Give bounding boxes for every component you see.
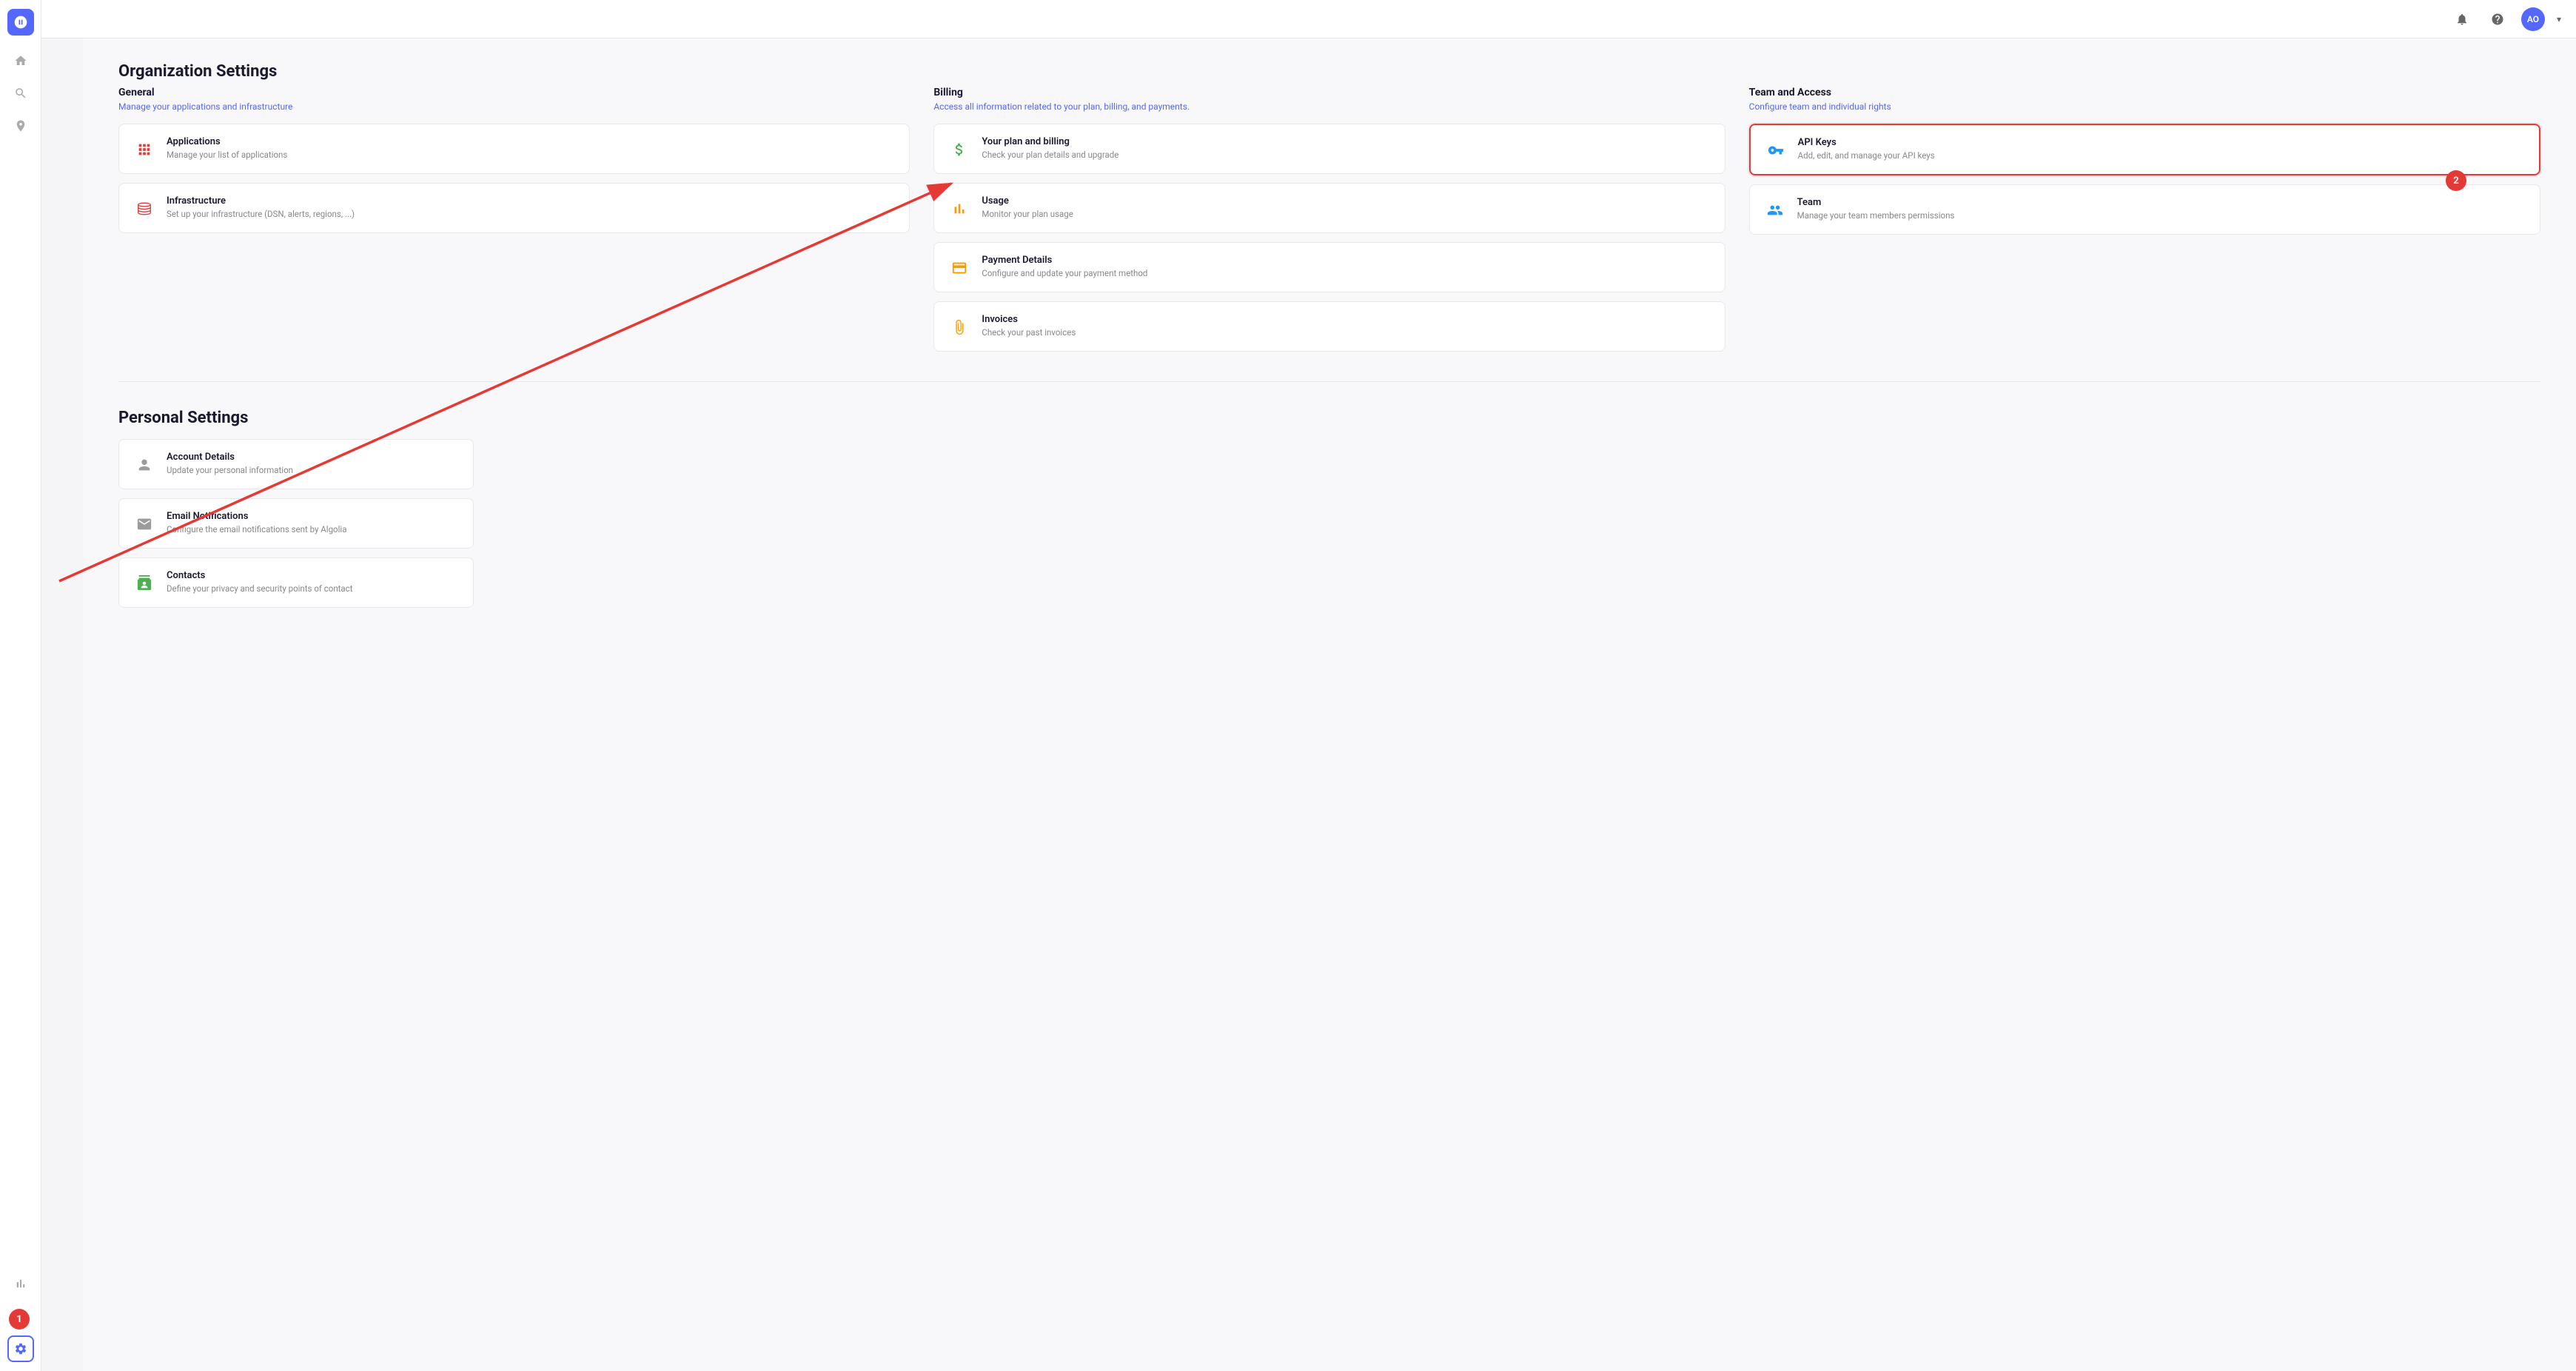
account-details-card[interactable]: Account Details Update your personal inf… [118,439,474,489]
sidebar-item-search2[interactable] [7,113,34,139]
account-details-title: Account Details [167,452,293,463]
team-title: Team [1797,197,1955,208]
applications-card[interactable]: Applications Manage your list of applica… [118,124,910,174]
general-label: General [118,87,910,98]
billing-label: Billing [933,87,1725,98]
payment-icon [947,256,971,280]
personal-settings-section: Personal Settings Account Details Update… [118,409,2540,608]
team-desc: Configure team and individual rights [1749,101,2540,112]
general-header: General Manage your applications and inf… [118,87,910,112]
team-icon [1763,198,1787,222]
team-content: Team Manage your team members permission… [1797,197,1955,221]
user-avatar[interactable]: AO [2521,7,2545,31]
applications-desc: Manage your list of applications [167,150,287,160]
usage-card[interactable]: Usage Monitor your plan usage [933,183,1725,233]
email-notifications-card[interactable]: Email Notifications Configure the email … [118,498,474,549]
usage-desc: Monitor your plan usage [982,209,1073,219]
sidebar-item-home[interactable] [7,47,34,74]
account-details-content: Account Details Update your personal inf… [167,452,293,475]
logo-icon [13,15,28,30]
sidebar [0,0,41,1371]
account-details-icon [133,453,156,477]
invoices-desc: Check your past invoices [982,327,1076,338]
account-details-desc: Update your personal information [167,465,293,475]
applications-title: Applications [167,136,287,147]
chart-icon [14,1277,27,1290]
help-icon[interactable] [2486,7,2509,31]
email-notifications-desc: Configure the email notifications sent b… [167,524,346,534]
avatar-chevron[interactable]: ▾ [2557,14,2561,24]
payment-content: Payment Details Configure and update you… [982,255,1147,278]
database-icon [14,1310,27,1323]
email-notifications-icon [133,512,156,536]
general-desc: Manage your applications and infrastruct… [118,101,910,112]
billing-header: Billing Access all information related t… [933,87,1725,112]
general-column: General Manage your applications and inf… [118,87,910,361]
infrastructure-desc: Set up your infrastructure (DSN, alerts,… [167,209,355,219]
contacts-icon [133,571,156,595]
plan-icon [947,138,971,161]
api-keys-title: API Keys [1798,137,1935,148]
team-label: Team and Access [1749,87,2540,98]
plan-desc: Check your plan details and upgrade [982,150,1118,160]
infrastructure-icon [133,197,156,221]
notification-icon[interactable] [2450,7,2474,31]
main-content: Organization Settings General Manage you… [83,38,2576,1371]
settings-icon [14,1342,27,1355]
home-icon [14,54,27,67]
applications-content: Applications Manage your list of applica… [167,136,287,160]
infrastructure-card[interactable]: Infrastructure Set up your infrastructur… [118,183,910,233]
usage-content: Usage Monitor your plan usage [982,195,1073,219]
api-keys-desc: Add, edit, and manage your API keys [1798,150,1935,161]
sidebar-item-database[interactable] [7,1303,34,1330]
infrastructure-title: Infrastructure [167,195,355,207]
contacts-content: Contacts Define your privacy and securit… [167,570,352,594]
sidebar-item-settings[interactable] [7,1335,34,1362]
api-keys-icon [1764,138,1788,162]
search-icon [14,87,27,100]
logo[interactable] [7,9,34,36]
invoices-content: Invoices Check your past invoices [982,314,1076,338]
sidebar-item-charts[interactable] [7,1270,34,1297]
section-divider [118,381,2540,382]
plan-content: Your plan and billing Check your plan de… [982,136,1118,160]
applications-icon [133,138,156,161]
invoices-title: Invoices [982,314,1076,325]
pin-icon [14,119,27,133]
team-column: Team and Access Configure team and indiv… [1749,87,2540,361]
payment-title: Payment Details [982,255,1147,266]
usage-title: Usage [982,195,1073,207]
email-notifications-title: Email Notifications [167,511,346,522]
billing-desc: Access all information related to your p… [933,101,1725,112]
payment-card[interactable]: Payment Details Configure and update you… [933,242,1725,292]
email-notifications-content: Email Notifications Configure the email … [167,511,346,534]
team-header: Team and Access Configure team and indiv… [1749,87,2540,112]
plan-title: Your plan and billing [982,136,1118,147]
topbar: AO ▾ [41,0,2576,38]
team-desc-text: Manage your team members permissions [1797,210,1955,221]
team-card[interactable]: Team Manage your team members permission… [1749,184,2540,235]
personal-settings-title: Personal Settings [118,409,2540,427]
contacts-card[interactable]: Contacts Define your privacy and securit… [118,557,474,608]
billing-column: Billing Access all information related t… [933,87,1725,361]
api-keys-content: API Keys Add, edit, and manage your API … [1798,137,1935,161]
invoices-card[interactable]: Invoices Check your past invoices [933,301,1725,352]
sidebar-item-search1[interactable] [7,80,34,107]
contacts-title: Contacts [167,570,352,581]
plan-card[interactable]: Your plan and billing Check your plan de… [933,124,1725,174]
personal-cards: Account Details Update your personal inf… [118,439,474,608]
contacts-desc: Define your privacy and security points … [167,583,352,594]
usage-icon [947,197,971,221]
infrastructure-content: Infrastructure Set up your infrastructur… [167,195,355,219]
org-columns: General Manage your applications and inf… [118,87,2540,361]
api-keys-card[interactable]: API Keys Add, edit, and manage your API … [1749,124,2540,175]
payment-desc: Configure and update your payment method [982,268,1147,278]
org-settings-title: Organization Settings [118,62,2540,81]
invoices-icon [947,315,971,339]
